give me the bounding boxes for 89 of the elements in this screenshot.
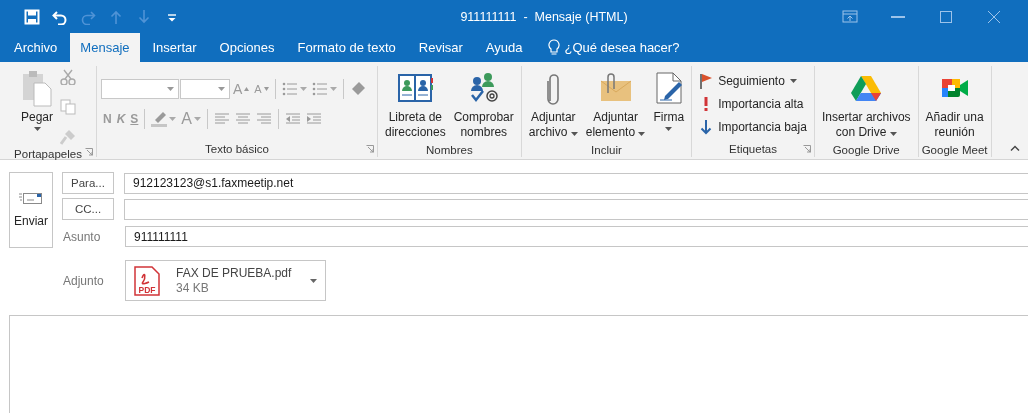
lightbulb-icon — [547, 39, 560, 56]
dialog-launcher-icon — [85, 148, 93, 156]
align-center-icon — [235, 110, 252, 127]
ribbon-button[interactable]: Seguimiento — [696, 70, 800, 91]
group-label: Etiquetas — [729, 143, 777, 155]
caret-icon — [329, 86, 337, 91]
ribbon-button[interactable]: Importancia baja — [696, 116, 810, 137]
window-title: 911111111 - Mensaje (HTML) — [459, 9, 629, 24]
increase-indent-icon — [306, 110, 323, 127]
group-label: Portapapeles — [14, 148, 82, 160]
address-book-button[interactable]: CC... — [62, 198, 114, 220]
copy-button[interactable] — [58, 96, 78, 118]
copy-icon — [60, 99, 76, 115]
down-caret-icon — [263, 86, 269, 91]
collapse-ribbon-button[interactable] — [1008, 143, 1022, 153]
caret-icon — [218, 86, 225, 91]
maximize-icon — [938, 8, 954, 25]
group-label: Texto básico — [205, 143, 269, 155]
ribbon-button[interactable]: Libreta de direcciones — [382, 66, 449, 142]
ribbon-button[interactable]: Importancia alta — [696, 93, 807, 114]
close-icon — [986, 8, 1002, 25]
group-label: Nombres — [426, 143, 473, 156]
attachment-chip[interactable]: PDF FAX DE PRUEBA.pdf 34 KB — [125, 260, 326, 301]
caret-icon — [33, 127, 41, 131]
highlighter-icon — [151, 110, 168, 127]
dialog-launcher-button[interactable] — [85, 147, 93, 157]
clipboard-icon — [22, 69, 52, 107]
ribbon-tab[interactable]: Ayuda — [475, 33, 533, 62]
up-caret-icon — [244, 86, 250, 91]
undo-icon — [52, 8, 68, 25]
redo-icon — [80, 8, 96, 25]
ribbon-tab[interactable]: Mensaje — [70, 33, 140, 62]
group-label: Google Meet — [921, 143, 988, 156]
up-arrow-icon — [108, 8, 124, 25]
group-label: Google Drive — [832, 143, 900, 156]
video-call-icon — [940, 76, 969, 100]
ribbon-button[interactable]: Adjuntar elemento — [582, 66, 649, 142]
align-right-icon — [256, 110, 273, 127]
envelope-icon — [19, 192, 43, 204]
recipient-field[interactable] — [124, 198, 1028, 220]
ribbon-button[interactable]: Firma — [650, 66, 688, 142]
decrease-indent-icon — [285, 110, 302, 127]
signature-document-icon — [654, 72, 683, 104]
format-painter-icon — [60, 129, 76, 145]
envelope-paperclip-icon — [599, 73, 632, 103]
ribbon-button[interactable]: Insertar archivos con Drive — [818, 66, 914, 142]
ribbon-tab[interactable]: Archivo — [4, 33, 68, 62]
dialog-launcher-icon — [802, 145, 811, 153]
chevron-up-icon — [1010, 145, 1020, 151]
caret-icon — [310, 278, 317, 283]
field-label: Adjunto — [62, 273, 105, 288]
send-button[interactable]: Enviar — [9, 172, 53, 248]
ribbon-tab[interactable]: Formato de texto — [287, 33, 406, 62]
ribbon-button[interactable]: Adjuntar archivo — [525, 66, 581, 142]
save-icon — [24, 8, 40, 25]
caret-icon — [194, 116, 202, 121]
message-body-field[interactable] — [9, 315, 1028, 413]
paste-button[interactable]: Pegar — [18, 66, 56, 148]
caret-icon — [169, 116, 177, 121]
ribbon-button[interactable]: Comprobar nombres — [450, 66, 517, 142]
pdf-file-icon: PDF — [134, 265, 160, 296]
flag-icon — [699, 72, 714, 89]
numbered-list-icon — [311, 80, 328, 97]
minimize-icon — [891, 15, 905, 18]
cut-icon — [60, 69, 76, 85]
align-left-icon — [214, 110, 231, 127]
paperclip-icon — [545, 71, 562, 105]
ribbon-tab[interactable]: Insertar — [142, 33, 207, 62]
tell-me-field[interactable]: ¿Qué desea hacer? — [547, 33, 680, 62]
down-arrow-icon — [136, 8, 152, 25]
caret-icon — [167, 86, 174, 91]
field-label: Asunto — [62, 229, 102, 244]
down-arrow-icon — [699, 118, 714, 135]
ribbon-tab[interactable]: Opciones — [209, 33, 285, 62]
recipient-field[interactable]: 912123123@s1.faxmeetip.net — [124, 172, 1028, 194]
address-book-icon — [397, 72, 434, 104]
group-label: Incluir — [591, 143, 622, 156]
drive-icon — [851, 75, 882, 101]
file-name: FAX DE PRUEBA.pdf — [176, 266, 293, 280]
caret-icon — [299, 86, 307, 91]
bulleted-list-icon — [281, 80, 298, 97]
ribbon-display-options-icon — [842, 8, 858, 25]
file-size: 34 KB — [176, 281, 210, 295]
dialog-launcher-button[interactable] — [802, 144, 811, 154]
dialog-launcher-icon — [366, 145, 374, 153]
ribbon-button[interactable]: Añadir una reunión — [922, 66, 987, 142]
subject-field[interactable]: 911111111 — [125, 226, 1028, 247]
address-book-button[interactable]: Para... — [62, 172, 114, 194]
ribbon-tab[interactable]: Revisar — [408, 33, 473, 62]
